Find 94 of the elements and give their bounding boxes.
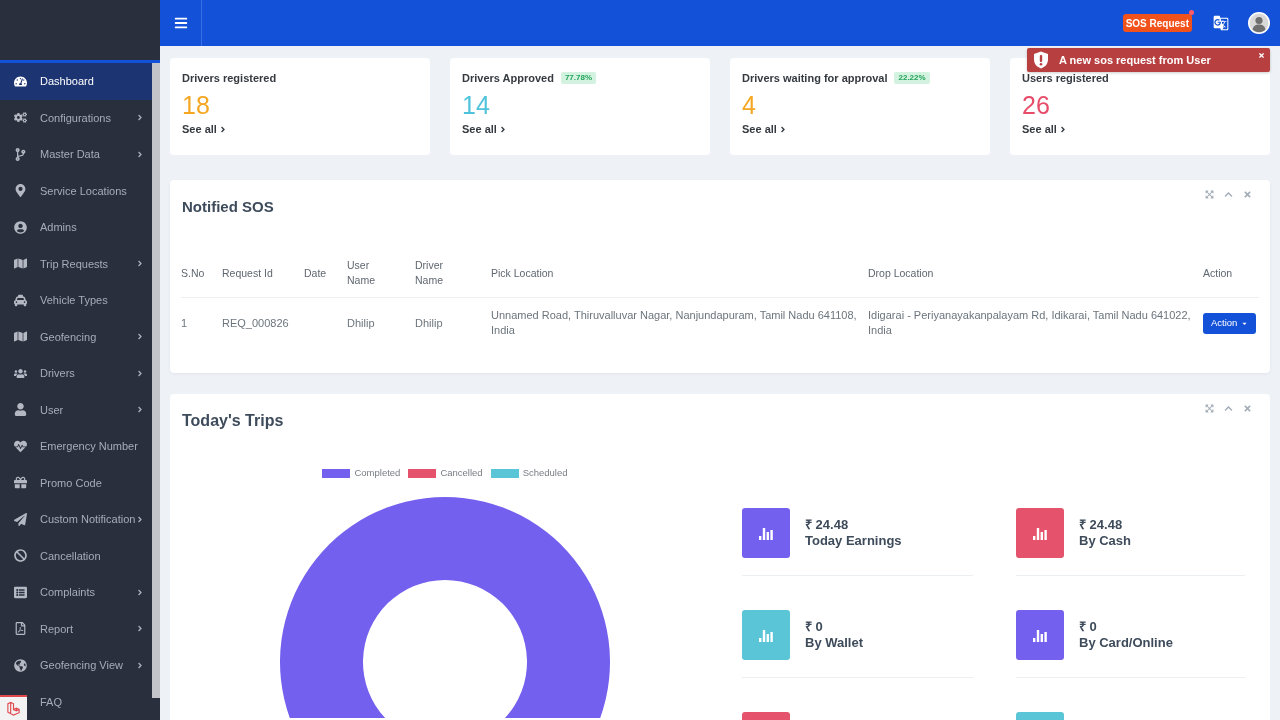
- sidebar-item[interactable]: Service Locations: [0, 172, 152, 209]
- column-header: Action: [1203, 265, 1234, 281]
- legend-label: Cancelled: [440, 468, 483, 478]
- panel-title: Notified SOS: [182, 198, 274, 216]
- column-header: Driver Name: [415, 258, 444, 288]
- sidebar-item[interactable]: Drivers: [0, 355, 152, 392]
- map-pin-icon: [14, 184, 27, 198]
- stat-label: By Cash: [1079, 533, 1132, 549]
- column-header: User Name: [347, 258, 376, 288]
- table-cell-text: Dhilip: [415, 315, 444, 331]
- globe-icon: [14, 658, 27, 672]
- menu-icon: [173, 16, 188, 30]
- chevron-right-icon: [498, 124, 507, 134]
- gauge-icon: [14, 74, 27, 88]
- chevron-right-icon: [778, 124, 787, 134]
- stat-value: 26: [1022, 90, 1050, 120]
- expand-icon[interactable]: [1205, 404, 1214, 413]
- chevron-right-icon: [218, 124, 227, 134]
- legend-label: Completed: [354, 468, 401, 478]
- expand-icon[interactable]: [1205, 190, 1214, 199]
- stat-value: 4: [742, 90, 756, 120]
- chevron-up-icon[interactable]: [1224, 190, 1233, 199]
- heartbeat-icon: [14, 439, 27, 453]
- see-all-link[interactable]: See all: [182, 122, 227, 136]
- amount-value: ₹ 24.48: [1079, 517, 1124, 533]
- card-title: Drivers waiting for approval: [742, 72, 888, 84]
- pdf-file-icon: [14, 622, 27, 636]
- gift-icon: [14, 476, 27, 490]
- sidebar-item[interactable]: User: [0, 391, 152, 428]
- map-icon: [14, 330, 27, 344]
- shield-alert-icon: [1033, 51, 1049, 69]
- see-all-link[interactable]: See all: [742, 122, 787, 136]
- column-header: S.No: [181, 265, 206, 281]
- paper-plane-icon: [14, 512, 27, 526]
- card-title: Users registered: [1022, 72, 1109, 84]
- scrollbar-thumb[interactable]: [152, 63, 160, 698]
- amount-value: ₹ 24.48: [805, 517, 850, 533]
- sidebar-item[interactable]: Promo Code: [0, 464, 152, 501]
- sidebar-item[interactable]: Emergency Number: [0, 428, 152, 465]
- sidebar-item[interactable]: Report: [0, 610, 152, 647]
- sidebar-item[interactable]: Dashboard: [0, 63, 152, 100]
- list-icon: [14, 585, 27, 599]
- chevron-up-icon[interactable]: [1224, 404, 1233, 413]
- column-header: Pick Location: [491, 265, 555, 281]
- sidebar-item[interactable]: Configurations: [0, 99, 152, 136]
- user-icon: [14, 403, 27, 417]
- branch-icon: [14, 147, 27, 161]
- amount-value: ₹ 0: [1079, 619, 1098, 635]
- table-cell-text: Dhilip: [347, 315, 376, 331]
- taxi-icon: [14, 293, 27, 307]
- sidebar-item[interactable]: Admins: [0, 209, 152, 246]
- percentage-badge: 77.78%: [560, 72, 597, 84]
- map-icon: [14, 257, 27, 271]
- percentage-badge: 22.22%: [894, 72, 930, 84]
- sidebar-item[interactable]: Geofencing View: [0, 647, 152, 684]
- sidebar-item[interactable]: Geofencing: [0, 318, 152, 355]
- sidebar-item[interactable]: Cancellation: [0, 537, 152, 574]
- legend-label: Scheduled: [522, 468, 568, 478]
- table-cell-text: 1: [181, 315, 189, 331]
- stat-label: By Card/Online: [1079, 635, 1173, 651]
- see-all-link[interactable]: See all: [1022, 122, 1067, 136]
- card-title: Drivers Approved: [462, 72, 554, 84]
- stat-label: By Wallet: [805, 635, 864, 651]
- close-icon[interactable]: [1243, 190, 1252, 199]
- see-all-link[interactable]: See all: [462, 122, 507, 136]
- users-icon: [14, 366, 27, 380]
- chevron-right-icon: [1058, 124, 1067, 134]
- card-title: Drivers registered: [182, 72, 277, 84]
- user-avatar-icon[interactable]: [1248, 12, 1270, 34]
- close-icon[interactable]: [1258, 52, 1265, 59]
- ban-icon: [14, 549, 27, 563]
- toast-message: A new sos request from User: [1059, 53, 1211, 67]
- sidebar-item[interactable]: FAQ: [28, 683, 152, 720]
- sidebar-item[interactable]: Vehicle Types: [0, 282, 152, 319]
- logo-icon[interactable]: [0, 695, 27, 720]
- gears-icon: [14, 111, 27, 125]
- sidebar-item[interactable]: Master Data: [0, 136, 152, 173]
- stat-label: Today Earnings: [805, 533, 902, 549]
- stat-value: 14: [462, 90, 490, 120]
- sidebar-item[interactable]: Trip Requests: [0, 245, 152, 282]
- amount-value: ₹ 0: [805, 619, 824, 635]
- sidebar-item[interactable]: Custom Notification: [0, 501, 152, 538]
- sidebar-item[interactable]: Complaints: [0, 574, 152, 611]
- close-icon[interactable]: [1243, 404, 1252, 413]
- panel-title: Today's Trips: [182, 411, 284, 431]
- translate-icon[interactable]: [1213, 15, 1229, 31]
- column-header: Date: [304, 265, 328, 281]
- column-header: Drop Location: [868, 265, 935, 281]
- column-header: Request Id: [222, 265, 274, 281]
- table-cell-text: Unnamed Road, Thiruvalluvar Nagar, Nanjundapuram, Tamil Nadu 641108, India: [491, 308, 858, 338]
- table-cell-text: REQ_000826: [222, 315, 290, 331]
- stat-value: 18: [182, 90, 210, 120]
- table-cell-text: Idigarai - Periyanayakanpalayam Rd, Idikarai, Tamil Nadu 641022, India: [868, 308, 1192, 338]
- action-button[interactable]: Action: [1203, 312, 1257, 334]
